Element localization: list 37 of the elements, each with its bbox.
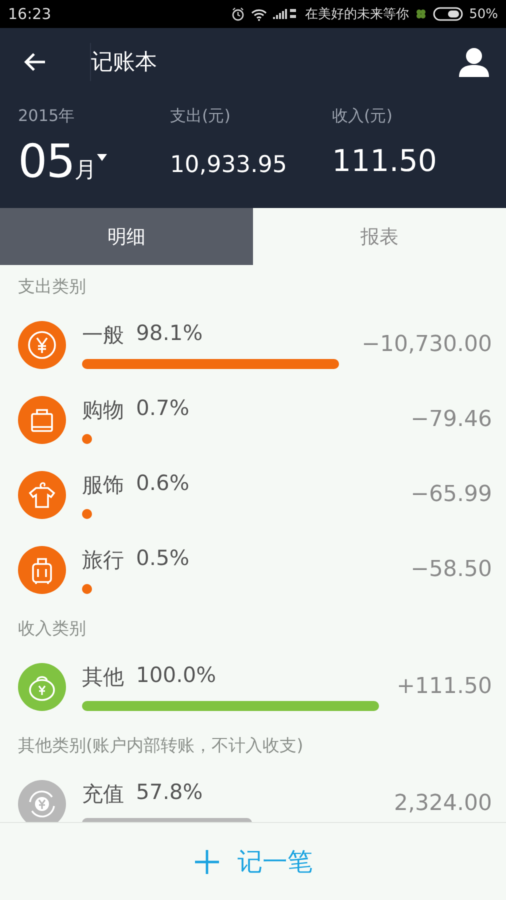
category-percent: 57.8% bbox=[136, 780, 203, 806]
category-percent: 0.7% bbox=[136, 396, 190, 422]
expense-total: 10,933.95 bbox=[170, 152, 288, 178]
clock-time: 16:23 bbox=[8, 5, 52, 23]
year-label: 2015年 bbox=[18, 106, 76, 127]
category-amount: −10,730.00 bbox=[362, 332, 492, 357]
section-heading: 其他类别(账户内部转账，不计入收支) bbox=[17, 735, 304, 758]
app-title: 记账本 bbox=[90, 43, 458, 81]
category-amount: 2,324.00 bbox=[394, 791, 492, 816]
section-heading: 支出类别 bbox=[17, 276, 87, 299]
category-row[interactable]: 购物 0.7% −79.46 bbox=[0, 382, 506, 457]
category-row[interactable]: 服饰 0.6% −65.99 bbox=[0, 457, 506, 532]
category-percent: 98.1% bbox=[136, 320, 203, 346]
tab[interactable]: 明细 bbox=[0, 208, 253, 265]
category-row[interactable]: 旅行 0.5% −58.50 bbox=[0, 532, 506, 607]
section-heading: 收入类别 bbox=[17, 618, 87, 641]
category-name: 旅行 bbox=[82, 546, 124, 574]
category-percent: 100.0% bbox=[136, 662, 216, 688]
category-percent: 0.6% bbox=[136, 470, 190, 496]
expense-label: 支出(元) bbox=[170, 106, 232, 127]
category-amount: −79.46 bbox=[410, 407, 492, 432]
category-name: 其他 bbox=[82, 664, 124, 690]
income-total: 111.50 bbox=[332, 144, 437, 179]
category-name: 充值 bbox=[82, 780, 124, 808]
category-row[interactable]: 其他 100.0% +111.50 bbox=[0, 649, 506, 724]
category-amount: −65.99 bbox=[410, 482, 492, 507]
month-picker[interactable]: 05月 bbox=[18, 134, 170, 188]
category-name: 购物 bbox=[82, 396, 124, 424]
category-name: 服饰 bbox=[82, 472, 124, 498]
battery-percent: 50% bbox=[469, 6, 498, 22]
category-row[interactable]: 一般 98.1% −10,730.00 bbox=[0, 307, 506, 382]
category-name: 一般 bbox=[82, 322, 124, 348]
category-amount: −58.50 bbox=[410, 557, 492, 582]
category-amount: +111.50 bbox=[396, 674, 492, 699]
carrier-text: 在美好的未来等你 bbox=[305, 6, 410, 23]
category-percent: 0.5% bbox=[136, 546, 190, 572]
income-label: 收入(元) bbox=[332, 106, 394, 127]
